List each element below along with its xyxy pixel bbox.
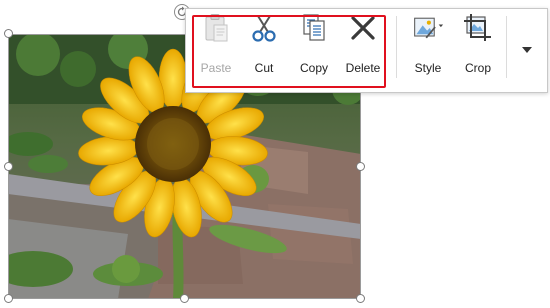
resize-handle-left[interactable] — [4, 162, 13, 171]
delete-button[interactable]: Delete — [345, 12, 381, 82]
paste-button[interactable]: Paste — [198, 12, 234, 82]
cut-label: Cut — [254, 61, 274, 75]
copy-button[interactable]: Copy — [297, 12, 331, 82]
toolbar-divider — [396, 16, 397, 78]
crop-button[interactable]: Crop — [461, 12, 495, 82]
paste-label: Paste — [200, 61, 232, 75]
chevron-down-icon — [522, 47, 532, 53]
delete-label: Delete — [345, 61, 381, 75]
resize-handle-bottom[interactable] — [180, 294, 189, 303]
copy-label: Copy — [299, 61, 328, 75]
style-button[interactable]: Style — [409, 12, 447, 82]
crop-label: Crop — [464, 61, 491, 75]
resize-handle-top-left[interactable] — [4, 29, 13, 38]
copy-icon — [298, 12, 330, 44]
resize-handle-bottom-left[interactable] — [4, 294, 13, 303]
clipboard-icon — [200, 12, 232, 44]
cut-button[interactable]: Cut — [248, 12, 280, 82]
scissors-icon — [248, 12, 280, 44]
picture-style-icon — [412, 12, 444, 44]
resize-handle-right[interactable] — [356, 162, 365, 171]
more-options-button[interactable] — [516, 40, 538, 60]
resize-handle-bottom-right[interactable] — [356, 294, 365, 303]
toolbar-divider — [506, 16, 507, 78]
x-icon — [347, 12, 379, 44]
style-label: Style — [414, 61, 442, 75]
crop-icon — [462, 12, 494, 44]
